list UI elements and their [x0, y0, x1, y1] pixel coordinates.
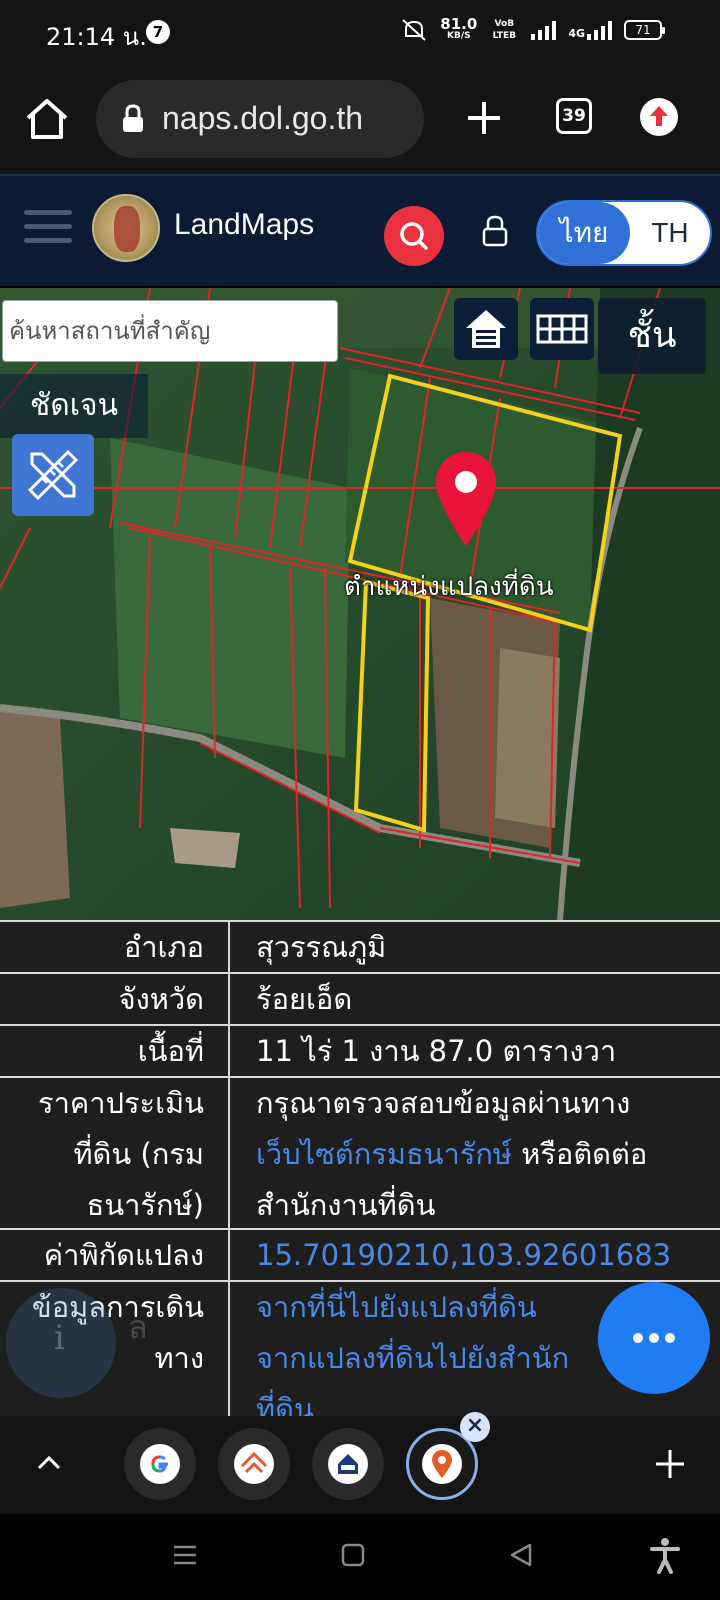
status-time: 21:14 น.: [46, 23, 147, 51]
row-label-district: อำเภอ: [0, 922, 230, 972]
google-icon: [140, 1444, 180, 1484]
status-bar: 21:14 น. 7 81.0 KB/S VoB LTEB 4G 71: [0, 0, 720, 62]
volte-indicator: VoB LTEB: [492, 19, 517, 41]
table-row: เนื้อที่ 11 ไร่ 1 งาน 87.0 ตารางวา: [0, 1024, 720, 1076]
recent-apps-icon[interactable]: [170, 1540, 200, 1570]
signal-4g: 4G: [568, 20, 612, 40]
map-pin-icon: [422, 1444, 462, 1484]
layer-button[interactable]: ชั้น: [598, 298, 706, 374]
battery-icon: 71: [624, 20, 665, 40]
parcel-location-label: ตำแหน่งแปลงที่ดิน: [344, 572, 554, 602]
network-type: 4G: [568, 27, 585, 40]
ghost-char: ล: [128, 1308, 148, 1346]
app-name: LandMaps: [174, 208, 315, 241]
new-tab-icon[interactable]: [462, 96, 506, 140]
home-icon: [466, 310, 506, 348]
appraisal-office-text: สำนักงานที่ดิน: [256, 1188, 436, 1222]
lang-thai-option[interactable]: ไทย: [538, 202, 630, 264]
table-row: ค่าพิกัดแปลง 15.70190210,103.92601683: [0, 1228, 720, 1280]
signal-icon-2: [587, 20, 612, 40]
row-label-coordinates: ค่าพิกัดแปลง: [0, 1230, 230, 1280]
row-value-district: สุวรรณภูมิ: [256, 930, 387, 964]
map-pin-icon[interactable]: [430, 448, 502, 548]
tab-site-2[interactable]: [218, 1428, 290, 1500]
appraisal-contact-text: หรือติดต่อ: [512, 1137, 648, 1171]
tab-google[interactable]: [124, 1428, 196, 1500]
table-row: จังหวัด ร้อยเอ็ด: [0, 972, 720, 1024]
lang-th-option[interactable]: TH: [630, 202, 710, 264]
language-toggle[interactable]: ไทย TH: [536, 200, 712, 266]
net-speed-value: 81.0: [440, 15, 478, 33]
search-icon: [400, 222, 428, 250]
appraisal-text: กรุณาตรวจสอบข้อมูลผ่านทาง: [256, 1086, 631, 1120]
mute-icon: [402, 19, 426, 41]
tab-count-button[interactable]: 39: [556, 98, 592, 134]
table-row: อำเภอ สุวรรณภูมิ: [0, 920, 720, 972]
info-icon[interactable]: i: [6, 1288, 116, 1398]
grid-icon: [536, 314, 588, 344]
hamburger-icon[interactable]: [24, 210, 72, 250]
signal-icon: [531, 20, 557, 40]
lock-icon: [123, 104, 143, 132]
site-logo-icon: [328, 1444, 368, 1484]
map-view[interactable]: ตำแหน่งแปลงที่ดิน ชั้น ชัดเจน: [0, 288, 720, 920]
department-logo: [92, 194, 160, 262]
grid-toggle-button[interactable]: [530, 298, 594, 360]
ruler-pencil-icon: [27, 449, 79, 501]
info-icon-glyph: i: [54, 1318, 65, 1358]
coordinates-link[interactable]: 15.70190210,103.92601683: [256, 1230, 716, 1281]
row-label-appraisal: ราคาประเมิน ที่ดิน (กรม ธนารักษ์): [0, 1078, 230, 1228]
update-button[interactable]: [640, 98, 678, 136]
system-nav-bar: [0, 1514, 720, 1600]
close-tab-icon[interactable]: ×: [460, 1412, 490, 1442]
appraisal-label-line: ราคาประเมิน: [38, 1086, 204, 1120]
measure-tool-button[interactable]: [12, 434, 94, 516]
url-bar[interactable]: naps.dol.go.th: [96, 80, 424, 158]
status-icons: 81.0 KB/S VoB LTEB 4G 71: [400, 15, 665, 42]
accessibility-icon[interactable]: [648, 1536, 682, 1574]
row-value-province: ร้อยเอ็ด: [256, 982, 353, 1016]
row-label-area: เนื้อที่: [0, 1026, 230, 1076]
landmark-search-input[interactable]: [2, 300, 338, 362]
row-label-province: จังหวัด: [0, 974, 230, 1024]
plus-icon[interactable]: [652, 1446, 688, 1482]
appraisal-label-line: ที่ดิน (กรม: [73, 1137, 204, 1171]
site-logo-icon: [234, 1444, 274, 1484]
tab-group-strip: ×: [0, 1412, 720, 1514]
url-text: naps.dol.go.th: [162, 100, 364, 136]
treasury-website-link[interactable]: เว็บไซต์กรมธนารักษ์: [256, 1137, 512, 1171]
browser-toolbar: naps.dol.go.th 39: [0, 62, 720, 174]
table-row: ราคาประเมิน ที่ดิน (กรม ธนารักษ์) กรุณาต…: [0, 1076, 720, 1228]
search-button[interactable]: [384, 206, 444, 266]
back-icon[interactable]: [506, 1540, 536, 1570]
home-nav-icon[interactable]: [338, 1540, 368, 1570]
home-icon[interactable]: [22, 94, 72, 144]
app-header: LandMaps ไทย TH: [0, 174, 720, 286]
update-arrow-icon: [650, 106, 668, 126]
tab-site-3[interactable]: [312, 1428, 384, 1500]
more-options-fab[interactable]: [598, 1282, 710, 1394]
lock-icon[interactable]: [480, 214, 510, 248]
clarity-button[interactable]: ชัดเจน: [0, 374, 148, 438]
map-home-button[interactable]: [454, 298, 518, 360]
net-speed: 81.0 KB/S: [440, 15, 478, 42]
row-value-appraisal: กรุณาตรวจสอบข้อมูลผ่านทาง เว็บไซต์กรมธนา…: [256, 1078, 716, 1231]
more-dots-icon: [633, 1333, 675, 1343]
appraisal-label-line: ธนารักษ์): [86, 1188, 204, 1222]
notification-badge: 7: [146, 20, 170, 44]
chevron-up-icon[interactable]: [34, 1448, 64, 1478]
row-value-area: 11 ไร่ 1 งาน 87.0 ตารางวา: [256, 1034, 617, 1068]
appraisal-line2: เว็บไซต์กรมธนารักษ์ หรือติดต่อ: [256, 1129, 716, 1180]
